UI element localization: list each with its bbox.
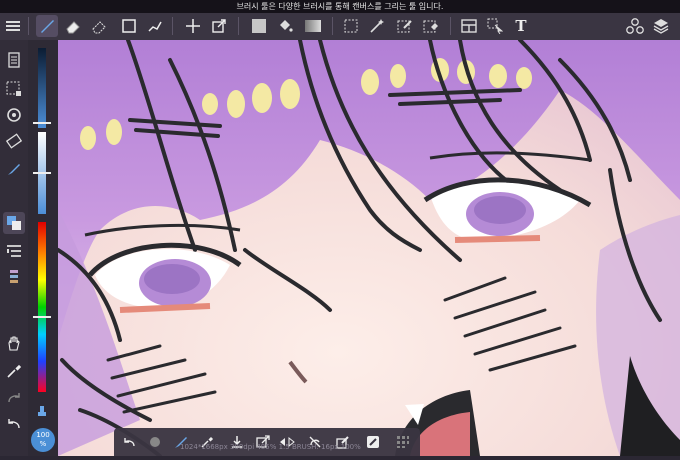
- canvas-info: 1024*1668px 300dpi 485% 1.5 BRUSH: 16px …: [180, 443, 361, 451]
- reference-icon[interactable]: [362, 431, 384, 453]
- snap-icon[interactable]: [3, 104, 25, 126]
- grid-icon[interactable]: [392, 431, 414, 453]
- color-sliders: [28, 40, 58, 456]
- canvas-icon[interactable]: [458, 15, 480, 37]
- undo-icon[interactable]: [118, 431, 140, 453]
- menu-icon[interactable]: [2, 15, 24, 37]
- blur-tool-icon[interactable]: [144, 431, 166, 453]
- move-icon[interactable]: [182, 15, 204, 37]
- gradient-icon[interactable]: [302, 15, 324, 37]
- hand-icon[interactable]: [3, 332, 25, 354]
- blur-icon[interactable]: [88, 15, 110, 37]
- layers-icon[interactable]: [650, 15, 672, 37]
- select-pen-icon[interactable]: [394, 15, 416, 37]
- drawing-canvas[interactable]: [58, 40, 680, 456]
- brush-icon[interactable]: [36, 15, 58, 37]
- slider-handle[interactable]: [33, 316, 51, 318]
- bucket-icon[interactable]: [274, 15, 296, 37]
- color-swap-icon[interactable]: [3, 212, 25, 234]
- palette-list-icon[interactable]: [3, 240, 25, 262]
- eyedropper-icon[interactable]: [3, 360, 25, 382]
- slider-handle[interactable]: [33, 122, 51, 124]
- fill-color-icon[interactable]: [248, 15, 270, 37]
- transform-icon[interactable]: [208, 15, 230, 37]
- layer-panel-icon[interactable]: [3, 49, 25, 71]
- select-icon[interactable]: [3, 78, 25, 100]
- brush-stack-icon[interactable]: [3, 266, 25, 288]
- eraser-icon[interactable]: [62, 15, 84, 37]
- zoom-value: 100: [36, 431, 50, 439]
- rectangle-icon[interactable]: [118, 15, 140, 37]
- bottom-toolbar: [114, 428, 420, 456]
- pen-icon[interactable]: [3, 158, 25, 180]
- select-rect-icon[interactable]: [340, 15, 362, 37]
- select-eraser-icon[interactable]: [420, 15, 442, 37]
- slider-handle[interactable]: [33, 172, 51, 174]
- top-toolbar: T: [0, 13, 680, 41]
- redo-icon[interactable]: [3, 386, 25, 408]
- brush-size-icon: [38, 406, 46, 416]
- select-move-icon[interactable]: [484, 15, 506, 37]
- zoom-unit: %: [39, 440, 47, 448]
- magic-wand-icon[interactable]: [366, 15, 388, 37]
- undo-icon[interactable]: [3, 412, 25, 434]
- materials-icon[interactable]: [624, 15, 646, 37]
- line-icon[interactable]: [144, 15, 166, 37]
- ruler-icon[interactable]: [3, 130, 25, 152]
- hue-slider[interactable]: [38, 222, 46, 392]
- zoom-indicator[interactable]: 100 %: [31, 428, 55, 452]
- status-hint: 브러시 툴은 다양한 브러시를 통해 캔버스를 그리는 툴 입니다.: [0, 0, 680, 13]
- text-icon[interactable]: T: [510, 15, 532, 37]
- brightness-slider[interactable]: [38, 48, 46, 128]
- left-sidebar: [0, 40, 28, 456]
